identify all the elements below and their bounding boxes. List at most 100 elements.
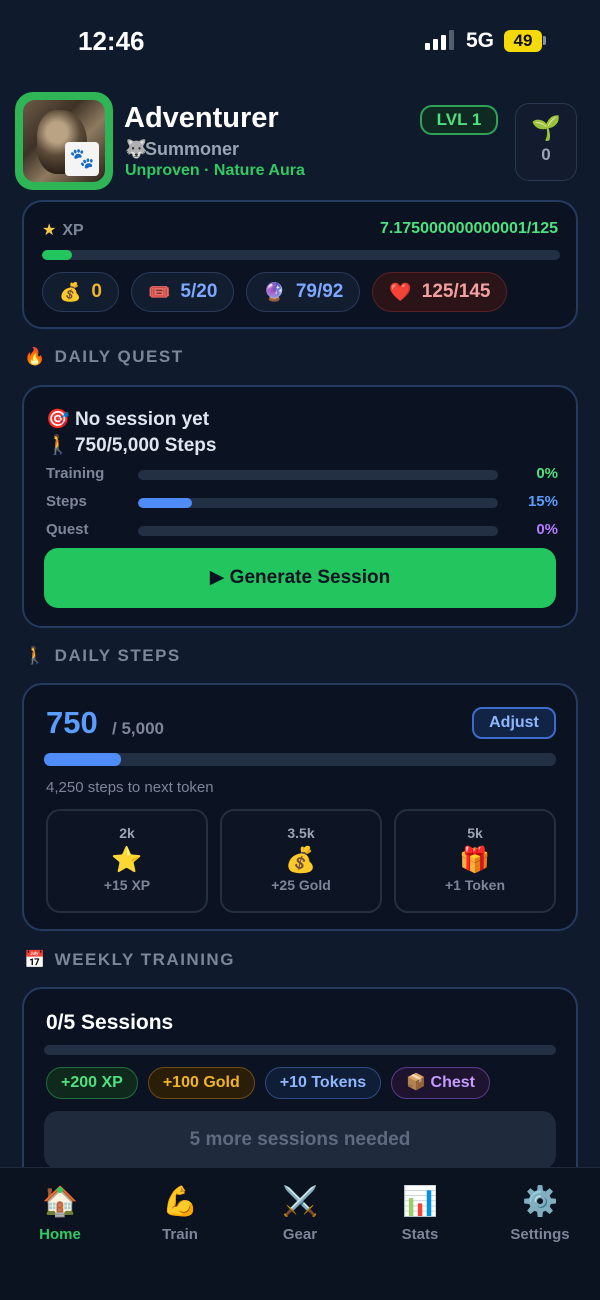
milestone-tile[interactable]: 5k 🎁 +1 Token (394, 809, 556, 913)
quest-row-label: Quest (46, 521, 89, 538)
session-status-text: No session yet (74, 409, 210, 430)
seed-counter[interactable]: 🌱 0 (515, 103, 577, 181)
milestone-target: 5k (467, 825, 483, 841)
quest-row-bar (138, 498, 498, 508)
status-time: 12:46 (78, 26, 145, 56)
daily-quest-card: 🎯 No session yet 🚶 750/5,000 Steps Train… (22, 385, 578, 628)
quest-row-steps: Steps 15% (46, 493, 558, 513)
steps-next-token: 4,250 steps to next token (46, 779, 214, 796)
daily-quest-title: DAILY QUEST (54, 347, 184, 366)
tab-train[interactable]: 💪 Train (120, 1184, 240, 1243)
reward-chest: 📦 Chest (391, 1067, 490, 1099)
reward-gold: +100 Gold (147, 1067, 255, 1099)
ticket-value: 5/20 (180, 281, 218, 302)
steps-progress-fill (44, 753, 121, 766)
quest-row-pct: 0% (536, 465, 558, 482)
bar-chart-icon: 📊 (401, 1186, 439, 1218)
avatar[interactable]: 🐾 (15, 92, 113, 190)
player-name: Adventurer (124, 102, 279, 134)
milestone-reward: +1 Token (444, 877, 506, 893)
calendar-icon: 📅 (24, 950, 47, 969)
star-icon: ⭐ (111, 846, 143, 874)
xp-progress-fill (42, 250, 72, 260)
wolf-icon: 🐺 (125, 139, 148, 159)
mana-value: 79/92 (295, 281, 344, 302)
tab-settings[interactable]: ⚙️ Settings (480, 1184, 600, 1243)
daily-quest-heading: 🔥 DAILY QUEST (24, 347, 184, 367)
network-type: 5G (466, 29, 495, 52)
quest-row-bar (138, 526, 498, 536)
crossed-swords-icon: ⚔️ (281, 1186, 319, 1218)
quest-row-pct: 0% (536, 521, 558, 538)
gold-pill[interactable]: 💰 0 (42, 272, 119, 312)
active-dot (57, 1187, 63, 1193)
ticket-pill[interactable]: 🎟️ 5/20 (131, 272, 235, 312)
tab-home[interactable]: 🏠 Home (0, 1184, 120, 1243)
xp-value: 7.175000000000001/125 (380, 220, 558, 237)
player-class-label: Summoner (145, 139, 240, 159)
reward-xp: +200 XP (46, 1067, 138, 1099)
xp-progress-bar (42, 250, 560, 260)
sessions-needed-button[interactable]: 5 more sessions needed (44, 1111, 556, 1169)
seed-count: 0 (541, 145, 551, 164)
adjust-button[interactable]: Adjust (472, 707, 556, 739)
xp-label: ★ XP (42, 220, 84, 240)
tab-label: Gear (282, 1226, 318, 1243)
tab-stats[interactable]: 📊 Stats (360, 1184, 480, 1243)
status-bar: 12:46 5G 49 (0, 0, 600, 80)
profile-header: 🐾 Adventurer 🐺Summoner Unproven · Nature… (15, 92, 585, 192)
session-status: 🎯 No session yet (46, 407, 209, 431)
weekly-training-heading: 📅 WEEKLY TRAINING (24, 950, 235, 970)
steps-progress-bar (44, 753, 556, 766)
tab-bar: 🏠 Home 💪 Train ⚔️ Gear 📊 Stats ⚙️ Settin… (0, 1167, 600, 1300)
daily-steps-title: DAILY STEPS (54, 646, 181, 665)
money-bag-icon: 💰 (59, 281, 82, 302)
health-pill[interactable]: ❤️ 125/145 (372, 272, 508, 312)
weekly-progress-bar (44, 1045, 556, 1055)
milestone-tile[interactable]: 2k ⭐ +15 XP (46, 809, 208, 913)
milestone-target: 3.5k (287, 825, 315, 841)
walking-icon: 🚶 (24, 646, 47, 665)
milestone-reward: +25 Gold (271, 877, 331, 893)
weekly-rewards: +200 XP +100 Gold +10 Tokens 📦 Chest (46, 1067, 490, 1099)
generate-session-button[interactable]: ▶ Generate Session (44, 548, 556, 608)
weekly-sessions: 0/5 Sessions (46, 1011, 174, 1034)
battery-tip (543, 36, 546, 45)
tab-label: Settings (510, 1226, 570, 1243)
money-bag-icon: 💰 (285, 846, 317, 874)
milestone-row: 2k ⭐ +15 XP 3.5k 💰 +25 Gold 5k 🎁 +1 Toke… (46, 809, 556, 913)
avatar-image: 🐾 (23, 100, 105, 182)
steps-count: 750 (46, 705, 98, 740)
walking-icon: 🚶 (46, 435, 75, 456)
tab-label: Stats (401, 1226, 439, 1243)
gift-icon: 🎁 (459, 846, 491, 874)
milestone-tile[interactable]: 3.5k 💰 +25 Gold (220, 809, 382, 913)
quest-row-training: Training 0% (46, 465, 558, 485)
player-class: 🐺Summoner (125, 139, 239, 160)
quest-row-quest: Quest 0% (46, 521, 558, 541)
paw-icon: 🐾 (65, 142, 99, 176)
battery-icon: 49 (504, 30, 542, 52)
xp-label-text: XP (62, 222, 84, 239)
quest-steps-text: 750/5,000 Steps (74, 435, 217, 456)
ticket-icon: 🎟️ (148, 281, 171, 302)
tab-label: Home (39, 1226, 81, 1243)
star-icon: ★ (42, 222, 57, 239)
health-value: 125/145 (421, 281, 491, 302)
sprout-icon: 🌱 (531, 115, 561, 142)
steps-goal: / 5,000 (112, 719, 164, 738)
quest-row-fill (138, 498, 192, 508)
fire-icon: 🔥 (24, 347, 47, 366)
daily-steps-heading: 🚶 DAILY STEPS (24, 646, 181, 666)
flexed-bicep-icon: 💪 (161, 1186, 199, 1218)
level-badge: LVL 1 (420, 105, 498, 135)
milestone-reward: +15 XP (103, 877, 151, 893)
crystal-ball-icon: 🔮 (263, 281, 286, 302)
milestone-target: 2k (119, 825, 135, 841)
target-icon: 🎯 (46, 409, 75, 430)
tab-gear[interactable]: ⚔️ Gear (240, 1184, 360, 1243)
mana-pill[interactable]: 🔮 79/92 (246, 272, 361, 312)
reward-tokens: +10 Tokens (264, 1067, 382, 1099)
heart-icon: ❤️ (389, 281, 412, 302)
signal-icon (425, 30, 454, 50)
